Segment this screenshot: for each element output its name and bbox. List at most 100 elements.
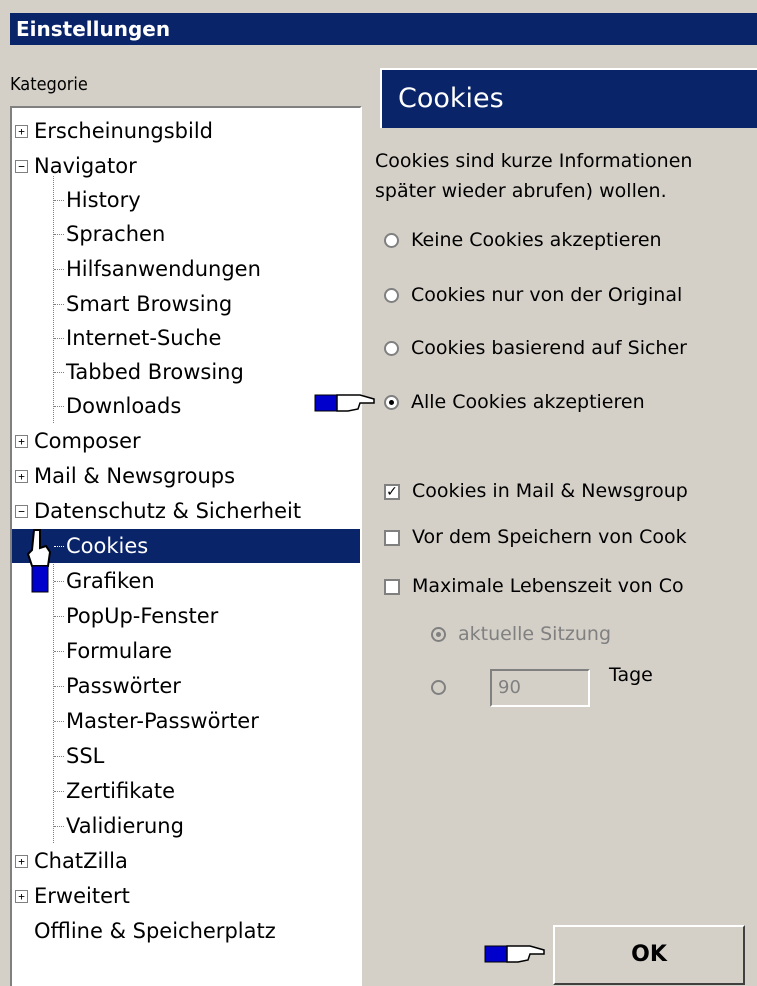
checkbox-label: Vor dem Speichern von Cook <box>412 526 687 548</box>
tree-item-chatzilla[interactable]: + ChatZilla <box>12 844 360 878</box>
radio-no-cookies[interactable]: Keine Cookies akzeptieren <box>384 225 662 255</box>
expand-icon[interactable]: + <box>15 855 28 868</box>
tree-item-helper-apps[interactable]: Hilfsanwendungen <box>12 252 360 286</box>
expand-icon[interactable]: + <box>15 890 28 903</box>
tree-item-label: Erweitert <box>34 884 130 908</box>
tree-item-ssl[interactable]: SSL <box>12 739 360 773</box>
expand-icon[interactable]: + <box>15 125 28 138</box>
tree-item-label: Sprachen <box>66 222 166 246</box>
checkbox[interactable] <box>384 578 400 595</box>
tree-branch-line <box>54 269 64 270</box>
tree-item-label: Zertifikate <box>66 779 176 803</box>
tree-item-downloads[interactable]: Downloads <box>12 389 360 423</box>
tree-item-forms[interactable]: Formulare <box>12 634 360 668</box>
tree-branch-line <box>54 406 64 407</box>
hand-cursor-icon <box>26 529 52 593</box>
tree-item-languages[interactable]: Sprachen <box>12 217 360 251</box>
collapse-icon[interactable]: − <box>15 160 28 173</box>
tree-item-mail-news[interactable]: + Mail & Newsgroups <box>12 459 360 493</box>
tree-item-label: Internet-Suche <box>66 326 222 350</box>
radio-button[interactable] <box>431 680 446 695</box>
radio-label: Alle Cookies akzeptieren <box>411 391 645 413</box>
tree-item-privacy-security[interactable]: − Datenschutz & Sicherheit <box>12 494 360 528</box>
tree-item-label: PopUp-Fenster <box>66 604 219 628</box>
checkbox-label: Cookies in Mail & Newsgroup <box>412 480 688 502</box>
radio-button[interactable] <box>384 288 399 303</box>
description-line: Cookies sind kurze Informationen <box>375 150 693 172</box>
tree-branch-line <box>54 616 64 617</box>
checkbox-label: Maximale Lebenszeit von Co <box>412 575 684 597</box>
tree-branch-line <box>54 791 64 792</box>
tree-item-label: Grafiken <box>66 569 155 593</box>
tree-item-label: Composer <box>34 429 141 453</box>
expand-icon[interactable]: + <box>15 435 28 448</box>
expand-icon[interactable]: + <box>15 470 28 483</box>
radio-button[interactable] <box>431 627 446 642</box>
radio-button[interactable] <box>384 341 399 356</box>
tree-item-cookies[interactable]: Cookies <box>12 529 360 563</box>
tree-branch-line <box>54 234 64 235</box>
tree-item-validation[interactable]: Validierung <box>12 809 360 843</box>
tree-item-advanced[interactable]: + Erweitert <box>12 879 360 913</box>
tree-branch-line <box>54 721 64 722</box>
days-input[interactable]: 90 <box>490 669 590 707</box>
description-line: später wieder abrufen) wollen. <box>375 180 667 202</box>
checkbox-max-lifetime[interactable]: Maximale Lebenszeit von Co <box>384 571 684 601</box>
category-tree[interactable]: + Erscheinungsbild − Navigator History S… <box>10 106 362 986</box>
tree-item-internet-search[interactable]: Internet-Suche <box>12 321 360 355</box>
tree-item-label: Downloads <box>66 394 182 418</box>
tree-branch-line <box>54 200 64 201</box>
tree-branch-line <box>54 372 64 373</box>
tree-item-label: Master-Passwörter <box>66 709 259 733</box>
ok-button[interactable]: OK <box>553 925 745 985</box>
tree-item-appearance[interactable]: + Erscheinungsbild <box>12 114 360 148</box>
radio-button[interactable] <box>384 395 399 410</box>
radio-days[interactable] <box>431 672 458 702</box>
tree-branch-line <box>54 686 64 687</box>
tree-item-label: Tabbed Browsing <box>66 360 244 384</box>
radio-accept-all[interactable]: Alle Cookies akzeptieren <box>384 387 645 417</box>
panel-title: Cookies <box>380 68 757 128</box>
tree-item-label: Offline & Speicherplatz <box>34 919 276 943</box>
tree-item-images[interactable]: Grafiken <box>12 564 360 598</box>
category-label: Kategorie <box>10 74 88 95</box>
tree-branch-line <box>54 756 64 757</box>
pointing-hand-icon <box>484 945 545 963</box>
tree-item-composer[interactable]: + Composer <box>12 424 360 458</box>
tree-item-label: SSL <box>66 744 105 768</box>
tree-item-passwords[interactable]: Passwörter <box>12 669 360 703</box>
tree-item-label: Validierung <box>66 814 184 838</box>
tree-item-label: ChatZilla <box>34 849 128 873</box>
checkbox[interactable] <box>384 529 400 546</box>
checkbox-ask-before-storing[interactable]: Vor dem Speichern von Cook <box>384 522 687 552</box>
tree-item-navigator[interactable]: − Navigator <box>12 149 360 183</box>
tree-item-history[interactable]: History <box>12 183 360 217</box>
tree-branch-line <box>54 338 64 339</box>
tree-item-offline[interactable]: Offline & Speicherplatz <box>12 914 360 948</box>
radio-label: Keine Cookies akzeptieren <box>411 229 662 251</box>
radio-button[interactable] <box>384 233 399 248</box>
tree-item-label: Erscheinungsbild <box>34 119 213 143</box>
radio-security-based[interactable]: Cookies basierend auf Sicher <box>384 333 687 363</box>
tree-item-certificates[interactable]: Zertifikate <box>12 774 360 808</box>
tree-item-label: Datenschutz & Sicherheit <box>34 499 302 523</box>
tree-item-tabbed-browsing[interactable]: Tabbed Browsing <box>12 355 360 389</box>
tree-item-label: Smart Browsing <box>66 292 233 316</box>
radio-current-session[interactable]: aktuelle Sitzung <box>431 619 611 649</box>
tree-item-label: Passwörter <box>66 674 181 698</box>
radio-label: Cookies nur von der Original <box>411 284 683 306</box>
tree-item-popups[interactable]: PopUp-Fenster <box>12 599 360 633</box>
tree-item-label: Navigator <box>34 154 137 178</box>
radio-origin-only[interactable]: Cookies nur von der Original <box>384 280 682 310</box>
checkbox-mail-cookies[interactable]: ✓ Cookies in Mail & Newsgroup <box>384 476 688 506</box>
checkbox-checked[interactable]: ✓ <box>384 483 400 500</box>
window-title: Einstellungen <box>10 13 757 45</box>
tree-branch-line <box>54 651 64 652</box>
tree-branch-line <box>54 826 64 827</box>
collapse-icon[interactable]: − <box>15 505 28 518</box>
tree-item-master-passwords[interactable]: Master-Passwörter <box>12 704 360 738</box>
tree-item-label: Cookies <box>66 534 149 558</box>
days-label: Tage <box>609 664 653 686</box>
tree-item-label: History <box>66 188 141 212</box>
tree-item-smart-browsing[interactable]: Smart Browsing <box>12 287 360 321</box>
